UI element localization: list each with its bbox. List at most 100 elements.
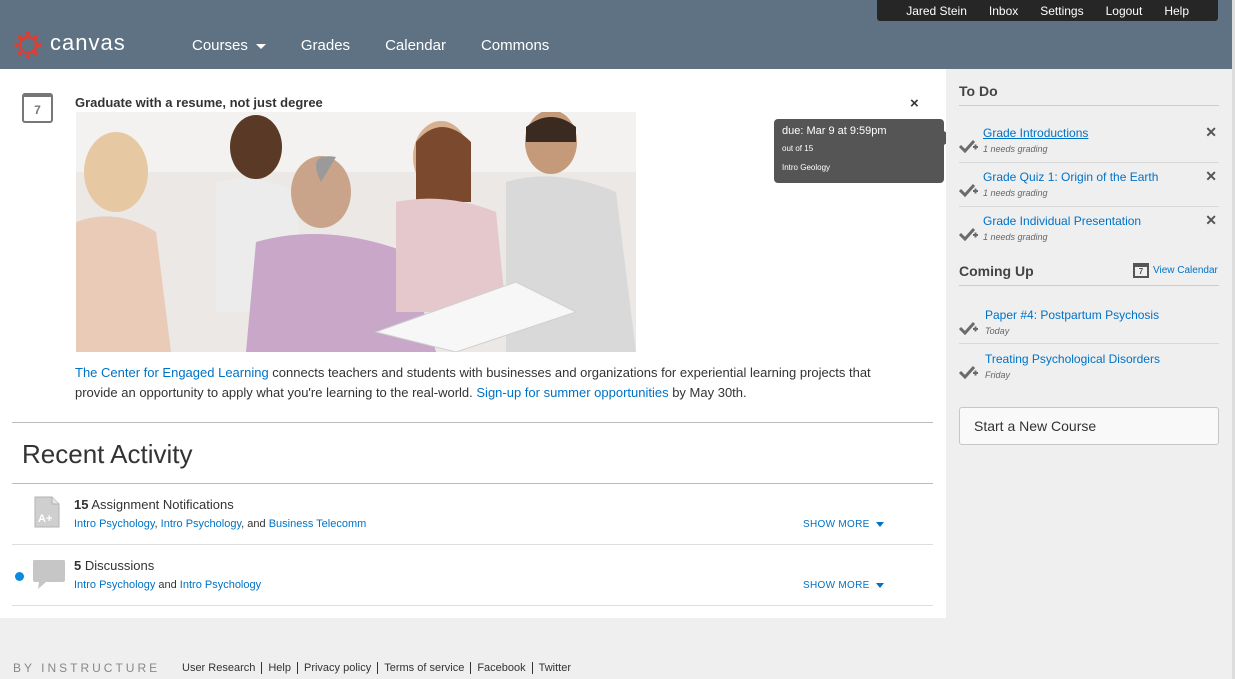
course-link[interactable]: Intro Psychology [161, 518, 242, 530]
close-icon[interactable]: ✕ [1205, 212, 1217, 229]
footer-link-privacy[interactable]: Privacy policy [296, 662, 377, 674]
todo-sub: 1 needs grading [983, 188, 1048, 198]
announcement-text-2: by May 30th. [668, 385, 747, 400]
calendar-icon: 7 [22, 93, 53, 123]
inbox-link[interactable]: Inbox [989, 4, 1018, 18]
coming-up-date: Today [985, 326, 1010, 336]
nav-courses-label: Courses [192, 37, 248, 54]
calendar-icon: 7 [1133, 263, 1149, 278]
coming-up-item: Paper #4: Postpartum Psychosis Today [958, 307, 1219, 351]
todo-divider [959, 206, 1219, 207]
course-link[interactable]: Intro Psychology [180, 579, 261, 591]
close-icon[interactable]: ✕ [1205, 124, 1217, 141]
user-topbar: Jared Stein Inbox Settings Logout Help [877, 0, 1218, 21]
coming-up-heading: Coming Up [959, 263, 1034, 279]
start-new-course-button[interactable]: Start a New Course [959, 407, 1219, 445]
coming-up-item: Treating Psychological Disorders Friday [958, 351, 1219, 395]
canvas-logo-text: canvas [50, 30, 126, 55]
footer-link-facebook[interactable]: Facebook [470, 662, 531, 674]
tooltip-points: out of 15 [782, 144, 814, 153]
coming-up-link[interactable]: Paper #4: Postpartum Psychosis [985, 308, 1159, 322]
activity-heading: 15 Assignment Notifications [74, 497, 234, 512]
nav-commons[interactable]: Commons [481, 37, 549, 54]
activity-label: Assignment Notifications [88, 497, 234, 512]
footer-link-help[interactable]: Help [261, 662, 297, 674]
activity-courses: Intro Psychology, Intro Psychology, and … [74, 518, 366, 530]
chevron-down-icon [875, 522, 884, 527]
grade-check-icon [958, 227, 979, 246]
sidebar-rule [959, 105, 1219, 106]
footer-links: User Research Help Privacy policy Terms … [176, 662, 577, 674]
footer-link-twitter[interactable]: Twitter [531, 662, 577, 674]
coming-up-link[interactable]: Treating Psychological Disorders [985, 352, 1160, 366]
activity-heading: 5 Discussions [74, 558, 154, 573]
activity-courses: Intro Psychology and Intro Psychology [74, 579, 261, 591]
coming-up-date: Friday [985, 370, 1011, 380]
view-calendar-label: View Calendar [1153, 265, 1218, 276]
discussion-icon [32, 559, 66, 596]
settings-link[interactable]: Settings [1040, 4, 1083, 18]
help-link[interactable]: Help [1164, 4, 1189, 18]
todo-heading: To Do [959, 83, 998, 99]
assignment-check-icon [958, 321, 979, 340]
footer-link-user-research[interactable]: User Research [176, 662, 261, 674]
calendar-icon-day: 7 [34, 103, 41, 117]
course-link[interactable]: Intro Psychology [74, 518, 155, 530]
assignment-icon: A+ [34, 496, 60, 533]
announcement-photo [76, 112, 636, 352]
todo-link[interactable]: Grade Individual Presentation [983, 214, 1141, 228]
grade-check-icon [958, 139, 979, 158]
signup-link[interactable]: Sign-up for summer opportunities [476, 385, 668, 400]
activity-row-assignments[interactable]: A+ 15 Assignment Notifications Intro Psy… [12, 484, 933, 545]
show-more-button[interactable]: SHOW MORE [803, 519, 884, 530]
chevron-down-icon [255, 44, 266, 49]
global-header: Jared Stein Inbox Settings Logout Help c… [0, 0, 1232, 69]
right-sidebar: To Do Grade Introductions 1 needs gradin… [946, 69, 1232, 679]
canvas-logo-icon [14, 31, 42, 59]
footer: BY INSTRUCTURE User Research Help Privac… [0, 618, 946, 679]
sidebar-rule [959, 285, 1219, 286]
svg-text:A+: A+ [38, 513, 52, 525]
course-sep: and [155, 579, 180, 591]
todo-link[interactable]: Grade Introductions [983, 126, 1088, 140]
course-link[interactable]: Business Telecomm [269, 518, 367, 530]
nav-calendar[interactable]: Calendar [385, 37, 446, 54]
todo-item: Grade Individual Presentation 1 needs gr… [958, 212, 1219, 257]
todo-sub: 1 needs grading [983, 144, 1048, 154]
nav-grades[interactable]: Grades [301, 37, 350, 54]
course-link[interactable]: Intro Psychology [74, 579, 155, 591]
grade-check-icon [958, 183, 979, 202]
tooltip-due: due: Mar 9 at 9:59pm [782, 125, 887, 137]
assignment-check-icon [958, 365, 979, 384]
todo-sub: 1 needs grading [983, 232, 1048, 242]
announcement-title: Graduate with a resume, not just degree [75, 95, 323, 110]
logout-link[interactable]: Logout [1106, 4, 1143, 18]
close-icon[interactable]: × [910, 95, 919, 112]
tooltip-course: Intro Geology [782, 163, 831, 172]
engaged-learning-link[interactable]: The Center for Engaged Learning [75, 365, 269, 380]
chevron-down-icon [875, 583, 884, 588]
user-name-link[interactable]: Jared Stein [906, 4, 967, 18]
show-more-label: SHOW MORE [803, 519, 870, 530]
close-icon[interactable]: ✕ [1205, 168, 1217, 185]
todo-tooltip: due: Mar 9 at 9:59pm out of 15 Intro Geo… [774, 119, 954, 183]
footer-link-terms[interactable]: Terms of service [377, 662, 470, 674]
instructure-brand: BY INSTRUCTURE [13, 661, 161, 675]
nav-courses[interactable]: Courses [192, 37, 266, 54]
activity-row-discussions[interactable]: 5 Discussions Intro Psychology and Intro… [12, 545, 933, 606]
todo-link[interactable]: Grade Quiz 1: Origin of the Earth [983, 170, 1158, 184]
announcement-body: The Center for Engaged Learning connects… [75, 363, 895, 403]
canvas-logo[interactable]: canvas [14, 30, 126, 59]
section-divider [12, 422, 933, 423]
activity-count: 15 [74, 497, 89, 512]
show-more-button[interactable]: SHOW MORE [803, 580, 884, 591]
todo-divider [959, 343, 1219, 344]
course-sep: , and [241, 518, 269, 530]
recent-activity-title: Recent Activity [22, 439, 193, 469]
main-nav: Courses Grades Calendar Commons [192, 37, 584, 54]
show-more-label: SHOW MORE [803, 580, 870, 591]
todo-divider [959, 162, 1219, 163]
activity-label: Discussions [81, 558, 155, 573]
unread-indicator [15, 572, 24, 581]
view-calendar-link[interactable]: 7 View Calendar [1133, 263, 1218, 278]
